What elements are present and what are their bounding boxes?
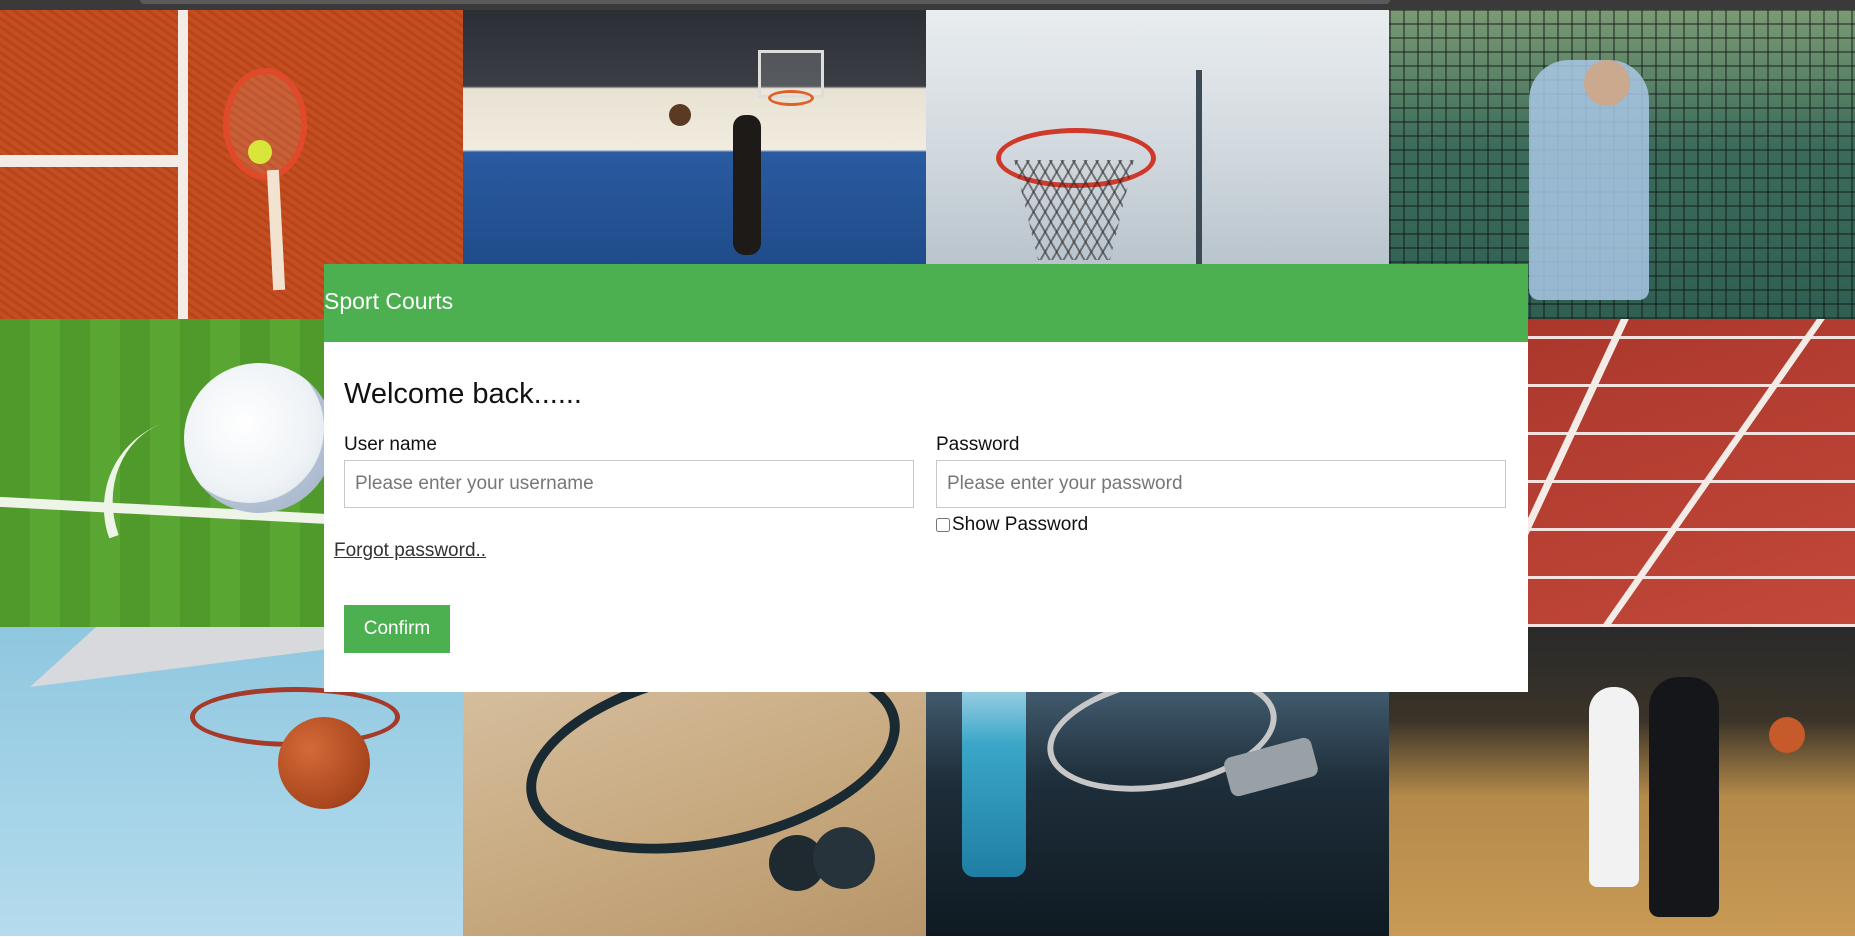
player-white-jersey-icon	[1589, 687, 1639, 887]
panel-header: Sport Courts	[324, 264, 1528, 342]
squash-ball-icon	[813, 827, 875, 889]
basketball-icon	[1769, 717, 1805, 753]
backboard-edge-icon	[30, 627, 360, 687]
show-password-toggle[interactable]: Show Password	[936, 514, 1088, 536]
username-label: User name	[344, 434, 437, 455]
browser-top-bar-inner	[140, 0, 1390, 4]
lane-line	[1601, 319, 1825, 627]
welcome-heading: Welcome back......	[344, 378, 582, 410]
basketball-icon	[278, 717, 370, 809]
basketball-hoop-sky-photo	[926, 10, 1389, 264]
hoop-icon	[768, 90, 814, 106]
court-line	[0, 155, 188, 167]
password-label: Password	[936, 434, 1020, 455]
show-password-label: Show Password	[952, 514, 1089, 535]
basketball-icon	[669, 104, 691, 126]
soccer-ball-icon	[184, 363, 334, 513]
password-input[interactable]	[936, 460, 1506, 508]
indoor-basketball-dunk-photo	[463, 10, 926, 264]
player-dark-jersey-icon	[1649, 677, 1719, 917]
site-title: Sport Courts	[324, 288, 454, 314]
browser-top-bar	[0, 0, 1855, 10]
show-password-checkbox[interactable]	[936, 518, 950, 532]
racket-icon	[223, 68, 307, 180]
forgot-password-link[interactable]: Forgot password..	[334, 540, 486, 562]
player-silhouette-icon	[733, 115, 761, 255]
login-panel: Sport Courts Welcome back...... User nam…	[324, 264, 1528, 692]
racket-handle-icon	[266, 169, 286, 291]
tennis-ball-icon	[248, 140, 272, 164]
username-input[interactable]	[344, 460, 914, 508]
player-head-icon	[1584, 60, 1630, 106]
confirm-button[interactable]: Confirm	[344, 605, 450, 653]
